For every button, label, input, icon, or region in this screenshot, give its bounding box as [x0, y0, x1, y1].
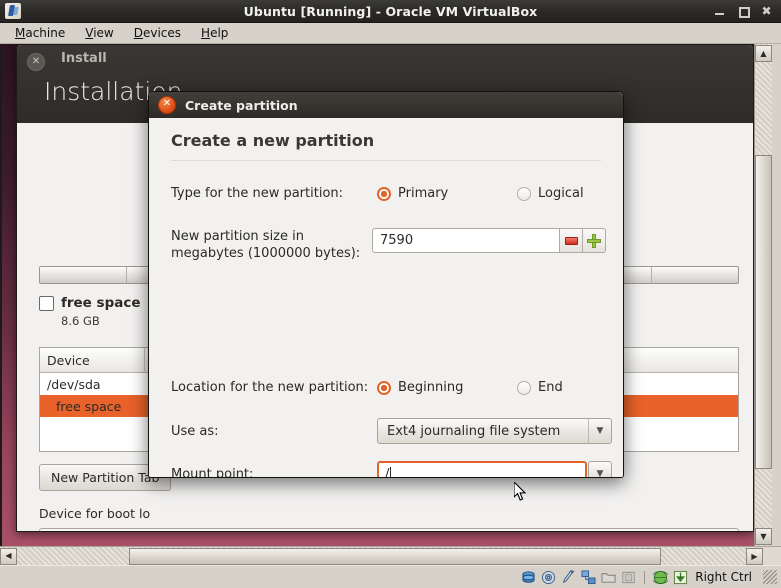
chevron-down-icon: ▼ — [588, 419, 611, 443]
optical-disk-icon[interactable] — [541, 570, 556, 585]
menu-view-rest: iew — [93, 26, 114, 40]
radio-primary[interactable]: Primary — [377, 186, 517, 201]
use-as-label: Use as: — [171, 423, 219, 439]
scroll-right-button[interactable]: ▶ — [746, 548, 763, 565]
partition-location-row: Location for the new partition: Beginnin… — [149, 380, 623, 395]
dialog-body: Create a new partition Type for the new … — [149, 118, 623, 477]
dialog-divider — [171, 160, 601, 161]
installer-window-title: Install — [61, 51, 107, 66]
virtualbox-statusbar: Right Ctrl — [0, 565, 781, 588]
shared-folder-icon[interactable] — [601, 570, 616, 585]
virtualbox-menubar: Machine View Devices Help — [0, 23, 781, 44]
display-icon[interactable] — [621, 570, 636, 585]
partition-size-label-line1: New partition size in — [171, 229, 304, 244]
floppy-disk-icon[interactable] — [561, 569, 576, 585]
horizontal-scrollbar-row: ◀ ▶ — [0, 546, 781, 565]
partbar-seg — [40, 267, 128, 283]
size-decrement-button[interactable] — [560, 228, 583, 253]
globe-icon[interactable] — [653, 570, 669, 585]
menu-machine-rest: achine — [25, 26, 66, 40]
radio-logical-indicator — [517, 186, 531, 201]
scroll-up-button[interactable]: ▲ — [755, 45, 772, 62]
horizontal-scrollbar-thumb[interactable] — [129, 547, 661, 565]
hard-disk-icon[interactable] — [521, 570, 536, 585]
free-space-legend: free space — [39, 295, 141, 311]
free-space-label: free space — [61, 295, 141, 311]
radio-logical[interactable]: Logical — [517, 186, 584, 201]
partition-size-row: New partition size in megabytes (1000000… — [149, 228, 623, 262]
free-space-size: 8.6 GB — [61, 314, 100, 328]
dialog-close-icon[interactable]: ✕ — [158, 96, 176, 114]
dialog-title: Create partition — [185, 97, 298, 113]
resize-grip-icon[interactable] — [763, 570, 777, 584]
radio-beginning[interactable]: Beginning — [377, 380, 517, 395]
mount-point-row: Mount point: / ▼ — [149, 461, 623, 478]
radio-logical-label: Logical — [538, 186, 584, 201]
radio-end[interactable]: End — [517, 380, 563, 395]
radio-end-label: End — [538, 380, 563, 395]
mount-point-label: Mount point: — [171, 466, 254, 478]
menu-help[interactable]: Help — [192, 25, 237, 41]
horizontal-scrollbar[interactable]: ◀ — [0, 547, 746, 565]
free-space-checkbox[interactable] — [39, 295, 54, 311]
vertical-scrollbar[interactable]: ▲ ▼ — [754, 44, 772, 546]
installer-close-icon[interactable]: ✕ — [27, 53, 45, 71]
radio-end-indicator — [517, 380, 531, 395]
vertical-scrollbar-thumb[interactable] — [755, 155, 772, 469]
statusbar-divider — [644, 570, 646, 584]
virtualbox-window: Ubuntu [Running] - Oracle VM VirtualBox … — [0, 0, 781, 588]
vm-screen-wrapper: ✕ Install Installation free space 8.6 GB — [0, 44, 781, 546]
scroll-left-button[interactable]: ◀ — [0, 547, 17, 565]
host-key-label: Right Ctrl — [695, 570, 752, 584]
use-as-row: Use as: Ext4 journaling file system ▼ — [149, 418, 623, 444]
dialog-heading: Create a new partition — [171, 131, 375, 150]
minus-icon — [564, 236, 578, 245]
virtualbox-window-title: Ubuntu [Running] - Oracle VM VirtualBox — [243, 3, 538, 19]
maximize-button[interactable] — [738, 6, 750, 18]
text-caret — [390, 467, 392, 477]
network-icon[interactable] — [581, 569, 596, 585]
dialog-titlebar: ✕ Create partition — [149, 92, 623, 118]
partition-size-spinner[interactable]: 7590 — [372, 228, 606, 253]
download-arrow-icon[interactable] — [673, 570, 688, 585]
mount-point-dropdown-button[interactable]: ▼ — [588, 461, 612, 478]
chevron-down-icon: ▼ — [596, 469, 604, 478]
virtualbox-logo-icon — [5, 3, 21, 19]
guest-desktop: ✕ Install Installation free space 8.6 GB — [0, 44, 754, 546]
menu-devices-rest: evices — [142, 26, 182, 40]
partition-type-label: Type for the new partition: — [171, 186, 344, 201]
use-as-value: Ext4 journaling file system — [387, 423, 561, 439]
menu-help-rest: elp — [210, 26, 229, 40]
radio-primary-label: Primary — [398, 186, 449, 201]
partition-size-input[interactable]: 7590 — [372, 228, 560, 253]
partition-size-label: New partition size in megabytes (1000000… — [171, 228, 363, 262]
menu-view[interactable]: View — [76, 25, 122, 41]
partition-location-label: Location for the new partition: — [171, 380, 369, 395]
minimize-button[interactable] — [715, 6, 726, 17]
use-as-select[interactable]: Ext4 journaling file system ▼ — [377, 418, 612, 444]
mount-point-input[interactable]: / — [377, 461, 587, 478]
radio-beginning-label: Beginning — [398, 380, 464, 395]
bootloader-device-select[interactable]: /dev/sda ATA VBOX HARDDISK (8.6 GB) ▼ — [39, 528, 739, 531]
radio-beginning-indicator — [377, 380, 391, 395]
mount-point-value: / — [385, 466, 390, 478]
partbar-seg — [652, 267, 738, 283]
menu-devices[interactable]: Devices — [125, 25, 190, 41]
radio-primary-indicator — [377, 186, 391, 201]
vm-display-area: ✕ Install Installation free space 8.6 GB — [0, 44, 781, 565]
plus-icon — [587, 233, 601, 248]
bootloader-device-label: Device for boot lo — [39, 506, 151, 521]
close-button[interactable]: ✖ — [761, 5, 772, 17]
window-controls: ✖ — [715, 5, 781, 18]
partition-size-label-line2: megabytes (1000000 bytes): — [171, 246, 361, 261]
scroll-down-button[interactable]: ▼ — [755, 528, 772, 545]
partition-type-row: Type for the new partition: Primary Logi… — [149, 186, 623, 201]
menu-machine[interactable]: Machine — [6, 25, 74, 41]
size-increment-button[interactable] — [583, 228, 606, 253]
virtualbox-titlebar: Ubuntu [Running] - Oracle VM VirtualBox … — [0, 0, 781, 23]
create-partition-dialog: ✕ Create partition Create a new partitio… — [148, 91, 624, 478]
column-header-device[interactable]: Device — [40, 348, 145, 372]
